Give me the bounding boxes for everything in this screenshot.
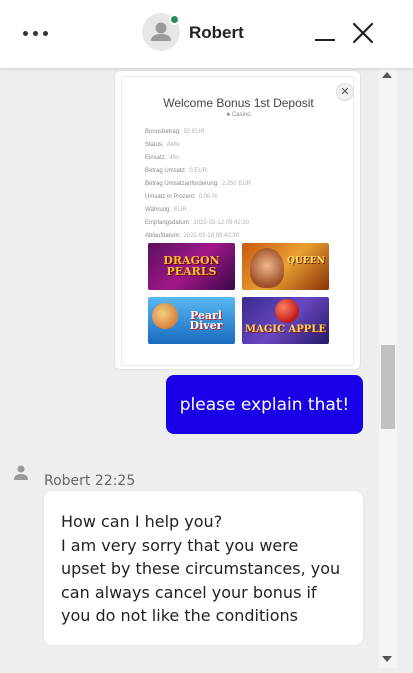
bonus-screenshot: ✕ Welcome Bonus 1st Deposit ♣ Casino Bon…: [121, 76, 354, 366]
detail-row: Ablaufdatum: 2022-03-19 09:42:30: [145, 233, 240, 239]
detail-row: Umsatz in Prozent: 0.00 %: [145, 194, 218, 200]
detail-row: Betrag Umsatzanforderung: 2,250 EUR: [145, 181, 252, 187]
incoming-message: How can I help you? I am very sorry that…: [44, 491, 363, 645]
game-tile-queen: QUEEN: [242, 243, 329, 290]
agent-name: Robert: [189, 23, 244, 42]
detail-row: Einsatz: 45x: [145, 155, 180, 161]
message-line: can always cancel your bonus if: [61, 582, 317, 602]
message-line: How can I help you?: [61, 512, 223, 531]
message-line: I am very sorry that you were: [61, 535, 299, 555]
message-line: you do not like the conditions: [61, 606, 298, 625]
scroll-down-icon[interactable]: [382, 656, 392, 662]
message-time: 22:25: [94, 473, 136, 489]
detail-row: Status: Aktiv: [145, 142, 180, 148]
game-tile-magic-apple: MAGIC APPLE: [242, 297, 329, 344]
detail-row: Bonusbetrag: 50 EUR: [145, 129, 205, 135]
bonus-subtitle: ♣ Casino: [226, 112, 251, 118]
online-status-indicator: [169, 14, 180, 25]
outgoing-message: please explain that!: [166, 375, 363, 434]
image-attachment[interactable]: ✕ Welcome Bonus 1st Deposit ♣ Casino Bon…: [114, 70, 361, 370]
scrollbar-thumb[interactable]: [381, 345, 395, 429]
chat-header: Robert: [0, 0, 413, 68]
bonus-title: Welcome Bonus 1st Deposit: [163, 96, 314, 110]
detail-row: Währung: EUR: [145, 207, 187, 213]
message-line: upset by these circumstances, you: [61, 559, 341, 578]
minimize-icon[interactable]: [311, 22, 339, 46]
sender-name: Robert: [44, 473, 91, 489]
detail-row: Betrag Umsatz: 0 EUR: [145, 168, 208, 174]
agent-icon: [13, 464, 29, 482]
more-options-icon[interactable]: [20, 22, 52, 44]
scroll-up-icon[interactable]: [382, 72, 392, 78]
game-tile-dragon-pearls: DRAGON PEARLS: [148, 243, 235, 290]
close-icon[interactable]: [350, 20, 376, 46]
message-meta: Robert 22:25: [44, 473, 135, 489]
game-tile-pearl-diver: Pearl Diver: [148, 297, 235, 344]
detail-row: Empfangsdatum: 2022-03-12 09:42:30: [145, 220, 250, 226]
